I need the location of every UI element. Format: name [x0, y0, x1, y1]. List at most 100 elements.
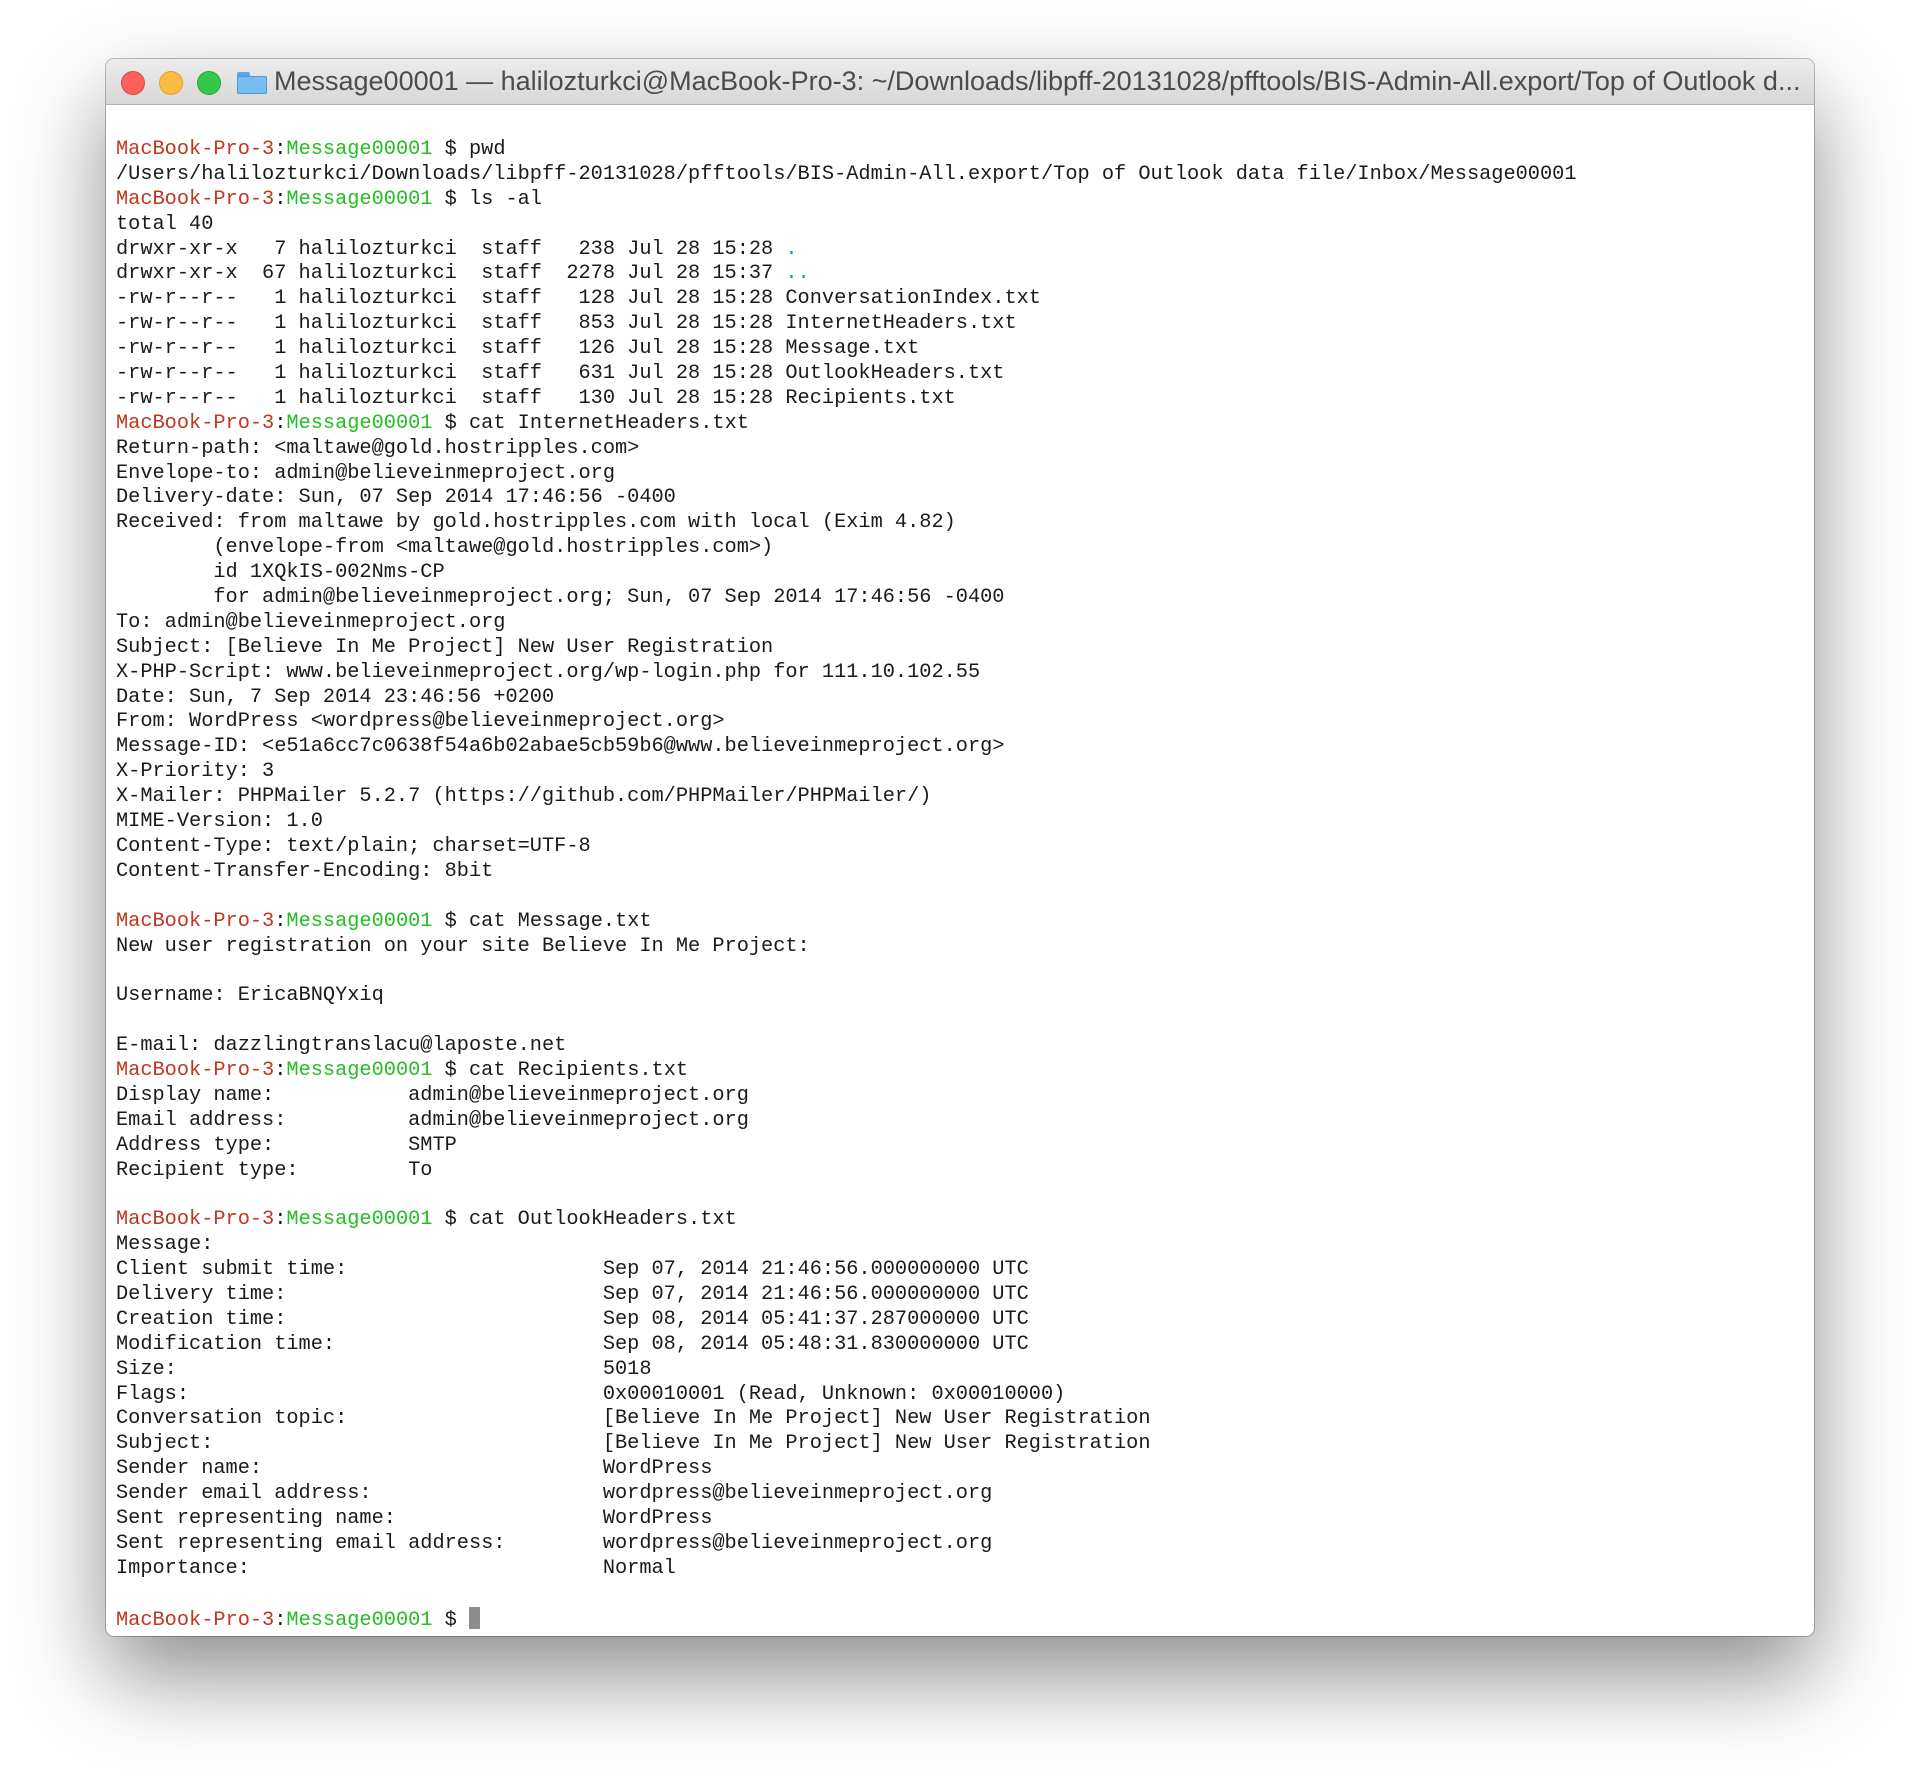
prompt-separator: : — [274, 411, 287, 435]
terminal-line: MacBook-Pro-3:Message00001 $ — [116, 1606, 1577, 1632]
output-text: (envelope-from <maltawe@gold.hostripples… — [116, 536, 774, 560]
terminal-line: Client submit time: Sep 07, 2014 21:46:5… — [116, 1258, 1577, 1283]
terminal-line: To: admin@believeinmeproject.org — [116, 611, 1577, 636]
prompt-host: MacBook-Pro-3 — [116, 138, 275, 161]
ls-entry-text: drwxr-xr-x 67 halilozturkci staff 2278 J… — [116, 262, 786, 286]
title-bar[interactable]: Message00001 — halilozturkci@MacBook-Pro… — [106, 59, 1814, 105]
output-text: Date: Sun, 7 Sep 2014 23:46:56 +0200 — [116, 685, 555, 709]
cursor-block — [468, 1606, 480, 1629]
command-text: cat Recipients.txt — [468, 1058, 689, 1082]
output-text: Creation time: Sep 08, 2014 05:41:37.287… — [116, 1307, 1029, 1331]
output-text: Conversation topic: [Believe In Me Proje… — [116, 1407, 1151, 1431]
output-text: Delivery time: Sep 07, 2014 21:46:56.000… — [116, 1282, 1029, 1306]
prompt-symbol: $ — [432, 1608, 469, 1632]
terminal-line: -rw-r--r-- 1 halilozturkci staff 126 Jul… — [116, 337, 1577, 362]
output-text: Content-Transfer-Encoding: 8bit — [116, 859, 494, 883]
output-text: Modification time: Sep 08, 2014 05:48:31… — [116, 1332, 1029, 1356]
prompt-symbol: $ — [432, 1058, 469, 1082]
terminal-line: drwxr-xr-x 7 halilozturkci staff 238 Jul… — [116, 238, 1577, 263]
ls-entry-name: . — [785, 237, 798, 261]
output-text: X-Priority: 3 — [116, 760, 275, 784]
terminal-line: Email address: admin@believeinmeproject.… — [116, 1109, 1577, 1134]
terminal-window: Message00001 — halilozturkci@MacBook-Pro… — [106, 59, 1814, 1636]
command-text: cat InternetHeaders.txt — [468, 411, 749, 435]
output-text: Received: from maltawe by gold.hostrippl… — [116, 511, 956, 535]
terminal-line: Address type: SMTP — [116, 1134, 1577, 1159]
output-text: Message: — [116, 1233, 214, 1257]
output-text: X-Mailer: PHPMailer 5.2.7 (https://githu… — [116, 785, 932, 809]
terminal-line: Subject: [Believe In Me Project] New Use… — [116, 1432, 1577, 1457]
output-text: Delivery-date: Sun, 07 Sep 2014 17:46:56… — [116, 486, 676, 510]
prompt-symbol: $ — [432, 187, 469, 211]
terminal-line: Message-ID: <e51a6cc7c0638f54a6b02abae5c… — [116, 735, 1577, 760]
terminal-line: MacBook-Pro-3:Message00001 $ cat Outlook… — [116, 1208, 1577, 1233]
prompt-host: MacBook-Pro-3 — [116, 909, 275, 933]
close-button[interactable] — [121, 71, 145, 95]
terminal-line: MacBook-Pro-3:Message00001 $ pwd — [116, 138, 1577, 163]
output-text: Recipient type: To — [116, 1158, 433, 1182]
terminal-line: New user registration on your site Belie… — [116, 935, 1577, 960]
ls-entry-text: drwxr-xr-x 7 halilozturkci staff 238 Jul… — [116, 237, 786, 261]
terminal-line: Subject: [Believe In Me Project] New Use… — [116, 636, 1577, 661]
terminal-line: Sender name: WordPress — [116, 1457, 1577, 1482]
terminal-line: drwxr-xr-x 67 halilozturkci staff 2278 J… — [116, 262, 1577, 287]
terminal-output[interactable]: MacBook-Pro-3:Message00001 $ pwd/Users/h… — [116, 138, 1577, 1632]
terminal-line: MIME-Version: 1.0 — [116, 810, 1577, 835]
window-title: Message00001 — halilozturkci@MacBook-Pro… — [274, 66, 1801, 96]
prompt-directory: Message00001 — [286, 1058, 433, 1082]
output-text: Sender name: WordPress — [116, 1457, 713, 1481]
terminal-line: Delivery time: Sep 07, 2014 21:46:56.000… — [116, 1283, 1577, 1308]
terminal-line: (envelope-from <maltawe@gold.hostripples… — [116, 536, 1577, 561]
prompt-symbol: $ — [432, 909, 469, 933]
terminal-line: Conversation topic: [Believe In Me Proje… — [116, 1407, 1577, 1432]
terminal-line: Message: — [116, 1233, 1577, 1258]
terminal-line: for admin@believeinmeproject.org; Sun, 0… — [116, 586, 1577, 611]
prompt-directory: Message00001 — [286, 411, 433, 435]
minimize-button[interactable] — [159, 71, 183, 95]
prompt-symbol: $ — [432, 1208, 469, 1232]
prompt-directory: Message00001 — [286, 187, 433, 211]
prompt-host: MacBook-Pro-3 — [116, 1058, 275, 1082]
output-text: From: WordPress <wordpress@believeinmepr… — [116, 710, 725, 734]
output-text: X-PHP-Script: www.believeinmeproject.org… — [116, 660, 981, 684]
output-text: Subject: [Believe In Me Project] New Use… — [116, 1432, 1151, 1456]
output-text: Display name: admin@believeinmeproject.o… — [116, 1083, 749, 1107]
output-text: Address type: SMTP — [116, 1133, 457, 1157]
terminal-line: Modification time: Sep 08, 2014 05:48:31… — [116, 1333, 1577, 1358]
terminal-line: Content-Type: text/plain; charset=UTF-8 — [116, 835, 1577, 860]
ls-entry-name: .. — [785, 262, 810, 286]
output-text: Content-Type: text/plain; charset=UTF-8 — [116, 834, 591, 858]
terminal-line: X-Priority: 3 — [116, 760, 1577, 785]
output-text: Subject: [Believe In Me Project] New Use… — [116, 635, 774, 659]
command-text: cat OutlookHeaders.txt — [468, 1208, 737, 1232]
terminal-line: id 1XQkIS-002Nms-CP — [116, 561, 1577, 586]
terminal-line: X-PHP-Script: www.believeinmeproject.org… — [116, 661, 1577, 686]
output-text: Importance: Normal — [116, 1556, 676, 1580]
terminal-line: MacBook-Pro-3:Message00001 $ cat Recipie… — [116, 1059, 1577, 1084]
output-text: -rw-r--r-- 1 halilozturkci staff 631 Jul… — [116, 362, 1005, 386]
output-text: E-mail: dazzlingtranslacu@laposte.net — [116, 1034, 567, 1058]
prompt-host: MacBook-Pro-3 — [116, 187, 275, 211]
prompt-directory: Message00001 — [286, 1608, 433, 1632]
terminal-line: Date: Sun, 7 Sep 2014 23:46:56 +0200 — [116, 686, 1577, 711]
output-text: To: admin@believeinmeproject.org — [116, 610, 506, 634]
output-text: Sender email address: wordpress@believei… — [116, 1482, 993, 1506]
terminal-line: Envelope-to: admin@believeinmeproject.or… — [116, 462, 1577, 487]
terminal-line: Sent representing email address: wordpre… — [116, 1532, 1577, 1557]
command-text: pwd — [468, 138, 506, 161]
output-text: -rw-r--r-- 1 halilozturkci staff 853 Jul… — [116, 312, 1017, 336]
output-text: Size: 5018 — [116, 1357, 652, 1381]
output-text: Return-path: <maltawe@gold.hostripples.c… — [116, 436, 640, 460]
output-text: Sent representing email address: wordpre… — [116, 1531, 993, 1555]
command-text: ls -al — [468, 187, 543, 211]
terminal-line: Flags: 0x00010001 (Read, Unknown: 0x0001… — [116, 1383, 1577, 1408]
terminal-line: Display name: admin@believeinmeproject.o… — [116, 1084, 1577, 1109]
terminal-line: -rw-r--r-- 1 halilozturkci staff 130 Jul… — [116, 387, 1577, 412]
zoom-button[interactable] — [197, 71, 221, 95]
output-text: MIME-Version: 1.0 — [116, 810, 323, 834]
